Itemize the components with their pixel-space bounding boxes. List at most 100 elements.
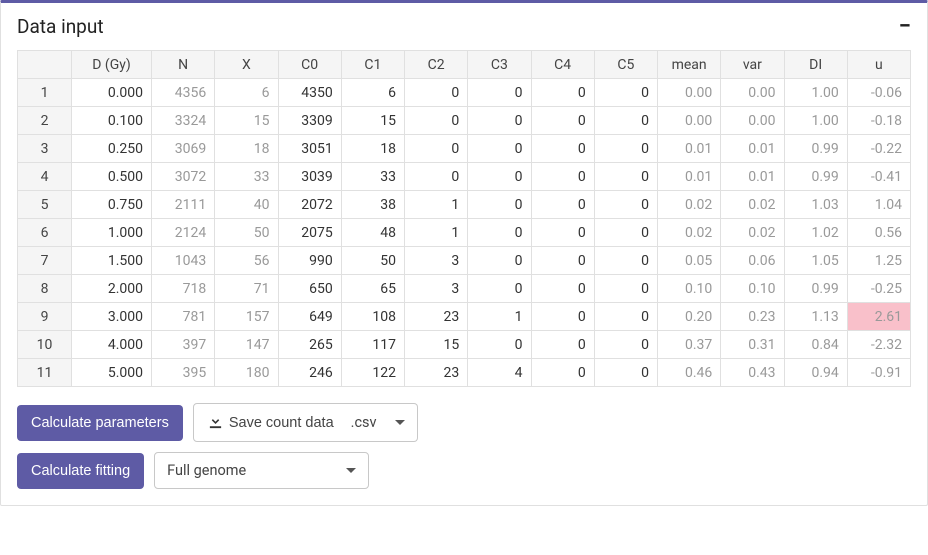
data-cell[interactable]: 0: [531, 331, 594, 359]
data-cell[interactable]: 0: [594, 303, 657, 331]
data-cell[interactable]: 0: [531, 135, 594, 163]
data-cell[interactable]: 1.00: [784, 107, 847, 135]
data-cell[interactable]: 15: [405, 331, 468, 359]
data-cell[interactable]: 1.000: [72, 219, 152, 247]
data-cell[interactable]: 1.05: [784, 247, 847, 275]
data-cell[interactable]: 71: [215, 275, 278, 303]
data-cell[interactable]: 0.02: [658, 219, 721, 247]
data-cell[interactable]: 4.000: [72, 331, 152, 359]
data-cell[interactable]: 1.25: [847, 247, 910, 275]
data-cell[interactable]: 4356: [152, 79, 215, 107]
data-cell[interactable]: 0.000: [72, 79, 152, 107]
data-cell[interactable]: 0.43: [721, 359, 784, 387]
data-cell[interactable]: 649: [278, 303, 341, 331]
data-cell[interactable]: 0.100: [72, 107, 152, 135]
data-cell[interactable]: 0: [531, 219, 594, 247]
data-cell[interactable]: 0: [594, 219, 657, 247]
data-cell[interactable]: 0: [531, 303, 594, 331]
data-cell[interactable]: 3.000: [72, 303, 152, 331]
data-cell[interactable]: 0: [468, 275, 531, 303]
calculate-fitting-button[interactable]: Calculate fitting: [17, 453, 144, 489]
data-cell[interactable]: 0.00: [658, 79, 721, 107]
data-cell[interactable]: 0: [594, 191, 657, 219]
data-cell[interactable]: 0: [468, 191, 531, 219]
data-cell[interactable]: 2.61: [847, 303, 910, 331]
data-cell[interactable]: 0.99: [784, 275, 847, 303]
data-cell[interactable]: 5.000: [72, 359, 152, 387]
data-cell[interactable]: 108: [341, 303, 404, 331]
data-cell[interactable]: 0.02: [721, 191, 784, 219]
data-cell[interactable]: 2124: [152, 219, 215, 247]
collapse-icon[interactable]: −: [899, 16, 911, 38]
data-cell[interactable]: 2075: [278, 219, 341, 247]
data-cell[interactable]: 0: [468, 79, 531, 107]
data-cell[interactable]: 0: [531, 191, 594, 219]
data-cell[interactable]: 0.37: [658, 331, 721, 359]
data-cell[interactable]: 0.01: [721, 135, 784, 163]
data-cell[interactable]: 3072: [152, 163, 215, 191]
data-cell[interactable]: 1.500: [72, 247, 152, 275]
data-cell[interactable]: 0: [468, 163, 531, 191]
data-cell[interactable]: 0: [468, 247, 531, 275]
data-cell[interactable]: 1: [468, 303, 531, 331]
data-cell[interactable]: 265: [278, 331, 341, 359]
data-cell[interactable]: 33: [215, 163, 278, 191]
data-cell[interactable]: 4: [468, 359, 531, 387]
data-cell[interactable]: 0.99: [784, 163, 847, 191]
save-format-select[interactable]: .csv: [339, 403, 418, 442]
data-cell[interactable]: 0.00: [658, 107, 721, 135]
data-cell[interactable]: 3039: [278, 163, 341, 191]
data-cell[interactable]: 0.02: [658, 191, 721, 219]
data-cell[interactable]: -0.41: [847, 163, 910, 191]
data-cell[interactable]: 0.46: [658, 359, 721, 387]
data-cell[interactable]: 0.10: [658, 275, 721, 303]
data-cell[interactable]: 0: [531, 79, 594, 107]
data-cell[interactable]: 2111: [152, 191, 215, 219]
data-cell[interactable]: 0.01: [721, 163, 784, 191]
data-cell[interactable]: 0.01: [658, 135, 721, 163]
data-cell[interactable]: 0: [531, 107, 594, 135]
data-cell[interactable]: 50: [341, 247, 404, 275]
data-cell[interactable]: 0: [531, 247, 594, 275]
data-cell[interactable]: 0: [405, 79, 468, 107]
data-cell[interactable]: 50: [215, 219, 278, 247]
data-cell[interactable]: 990: [278, 247, 341, 275]
data-cell[interactable]: 0: [468, 219, 531, 247]
data-cell[interactable]: 0: [594, 107, 657, 135]
data-cell[interactable]: 0.00: [721, 79, 784, 107]
data-cell[interactable]: 0.20: [658, 303, 721, 331]
data-cell[interactable]: -2.32: [847, 331, 910, 359]
data-cell[interactable]: 397: [152, 331, 215, 359]
data-cell[interactable]: 0: [594, 275, 657, 303]
fitting-type-select[interactable]: Full genome: [154, 452, 369, 489]
data-cell[interactable]: 0.02: [721, 219, 784, 247]
data-cell[interactable]: 0: [594, 247, 657, 275]
data-cell[interactable]: 0: [531, 359, 594, 387]
data-cell[interactable]: -0.18: [847, 107, 910, 135]
data-cell[interactable]: 0: [468, 331, 531, 359]
data-cell[interactable]: 0: [594, 79, 657, 107]
data-cell[interactable]: 1.00: [784, 79, 847, 107]
data-cell[interactable]: 3: [405, 247, 468, 275]
data-cell[interactable]: 6: [215, 79, 278, 107]
data-cell[interactable]: 1.02: [784, 219, 847, 247]
data-cell[interactable]: 246: [278, 359, 341, 387]
data-cell[interactable]: 0: [468, 107, 531, 135]
data-cell[interactable]: 157: [215, 303, 278, 331]
data-cell[interactable]: 0.01: [658, 163, 721, 191]
data-cell[interactable]: 0: [594, 359, 657, 387]
data-cell[interactable]: 0: [405, 163, 468, 191]
data-cell[interactable]: 0.84: [784, 331, 847, 359]
data-cell[interactable]: 15: [215, 107, 278, 135]
data-cell[interactable]: -0.25: [847, 275, 910, 303]
data-cell[interactable]: 1.13: [784, 303, 847, 331]
data-cell[interactable]: 6: [341, 79, 404, 107]
data-cell[interactable]: 180: [215, 359, 278, 387]
data-cell[interactable]: 0: [531, 275, 594, 303]
data-cell[interactable]: 1: [405, 191, 468, 219]
data-cell[interactable]: 0.00: [721, 107, 784, 135]
data-cell[interactable]: 0.99: [784, 135, 847, 163]
data-cell[interactable]: 0: [594, 331, 657, 359]
data-cell[interactable]: 0.23: [721, 303, 784, 331]
data-cell[interactable]: 0.06: [721, 247, 784, 275]
